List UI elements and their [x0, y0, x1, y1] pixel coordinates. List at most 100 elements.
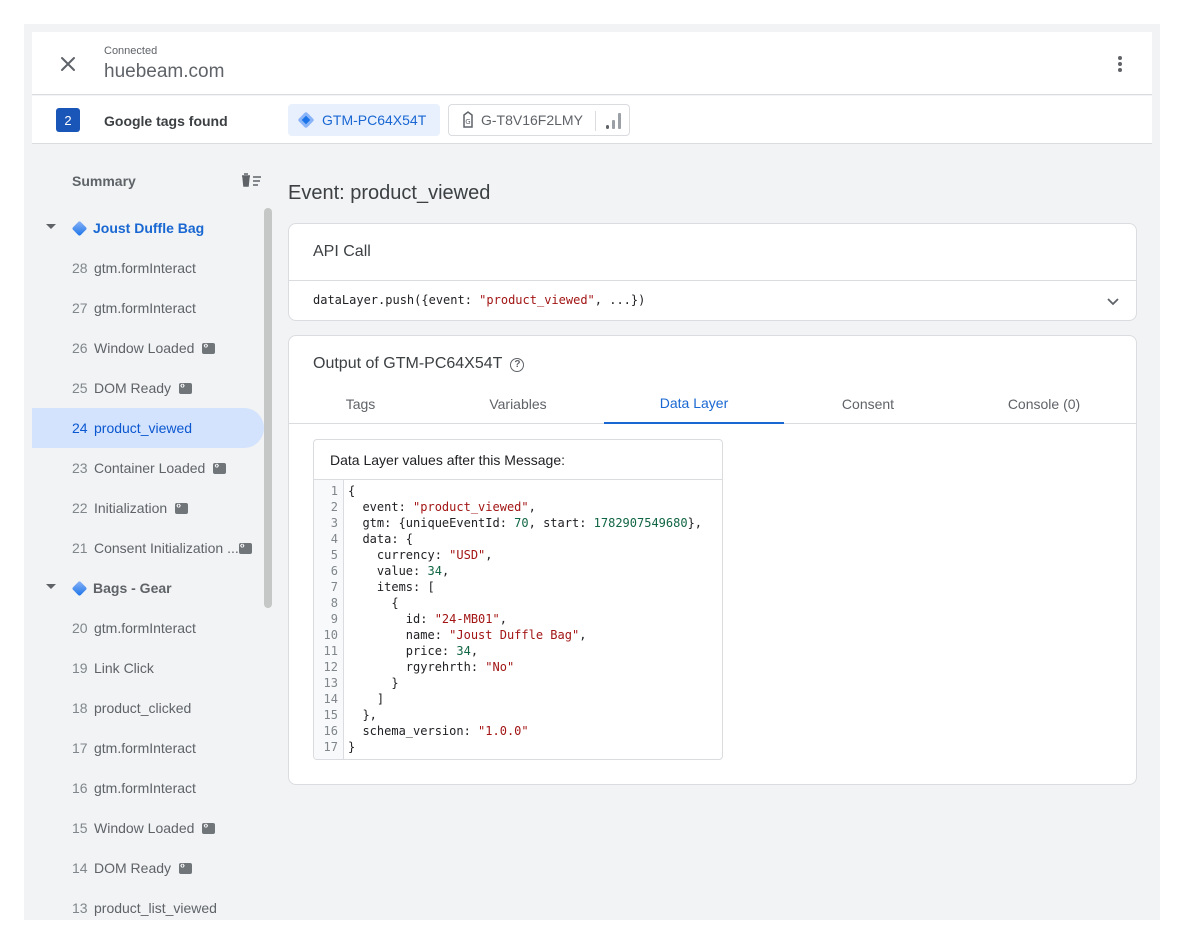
line-number: 6: [330, 564, 338, 578]
line-number: 14: [323, 692, 338, 706]
chip-separator: [595, 111, 596, 131]
gtm-event-icon: [238, 540, 252, 554]
tab-tags[interactable]: Tags: [289, 384, 432, 424]
sidebar-scrollbar[interactable]: [264, 208, 272, 608]
tag-chip-ga[interactable]: G G-T8V16F2LMY: [448, 104, 630, 136]
tab-data-layer[interactable]: Data Layer: [604, 384, 784, 424]
event-number: 27: [72, 300, 88, 316]
event-name: Initialization: [94, 500, 189, 516]
event-row[interactable]: 26 Window Loaded: [32, 328, 264, 368]
code-line: }: [348, 740, 356, 754]
event-number: 26: [72, 340, 88, 356]
code-line: name: "Joust Duffle Bag",: [348, 628, 587, 642]
tag-chip-gtm[interactable]: GTM-PC64X54T: [288, 104, 440, 136]
help-icon[interactable]: ?: [510, 358, 525, 372]
event-row[interactable]: 18 product_clicked: [32, 688, 264, 728]
code-line: }: [348, 676, 399, 690]
gtm-event-icon: [202, 820, 216, 834]
event-row[interactable]: 22 Initialization: [32, 488, 264, 528]
event-number: 20: [72, 620, 88, 636]
event-row[interactable]: 13 product_list_viewed: [32, 888, 264, 920]
page-group-bags-gear[interactable]: Bags - Gear: [32, 568, 264, 608]
api-call-title: API Call: [313, 243, 371, 260]
page-title: Bags - Gear: [93, 580, 172, 596]
event-name-text: gtm.formInteract: [94, 300, 196, 316]
event-name-text: gtm.formInteract: [94, 780, 196, 796]
event-row-selected[interactable]: 24 product_viewed: [32, 408, 264, 448]
event-row[interactable]: 15 Window Loaded: [32, 808, 264, 848]
line-number: 11: [323, 644, 338, 658]
summary-row[interactable]: Summary: [32, 160, 272, 200]
code-string: "product_viewed": [479, 293, 595, 307]
line-number: 3: [330, 516, 338, 530]
tag-assistant-window: Connected huebeam.com 2 Google tags foun…: [32, 32, 1152, 920]
event-name: Consent Initialization ...: [94, 540, 252, 556]
line-number: 17: [323, 740, 338, 754]
divider: [289, 280, 1136, 281]
line-number: 16: [323, 724, 338, 738]
event-sidebar: Summary Joust Duffle Bag 28 gtm.formInter…: [32, 144, 272, 920]
event-number: 15: [72, 820, 88, 836]
summary-label: Summary: [72, 173, 136, 189]
api-call-code: dataLayer.push({event: "product_viewed",…: [313, 293, 645, 307]
page-group-joust-duffle-bag[interactable]: Joust Duffle Bag: [32, 208, 264, 248]
output-title-text: Output of GTM-PC64X54T: [313, 355, 503, 372]
event-name-text: Container Loaded: [94, 460, 206, 476]
event-name-text: gtm.formInteract: [94, 260, 196, 276]
event-row[interactable]: 27 gtm.formInteract: [32, 288, 264, 328]
event-row[interactable]: 20 gtm.formInteract: [32, 608, 264, 648]
tags-found-label: Google tags found: [104, 113, 228, 129]
line-number: 10: [323, 628, 338, 642]
code-line: {: [348, 596, 399, 610]
event-row[interactable]: 21 Consent Initialization ...: [32, 528, 264, 568]
event-name-text: Window Loaded: [94, 340, 195, 356]
event-name: Container Loaded: [94, 460, 227, 476]
code-line: items: [: [348, 580, 435, 594]
tab-variables[interactable]: Variables: [432, 384, 604, 424]
event-row[interactable]: 16 gtm.formInteract: [32, 768, 264, 808]
gtm-event-icon: [175, 500, 189, 514]
event-row[interactable]: 25 DOM Ready: [32, 368, 264, 408]
event-title: Event: product_viewed: [288, 182, 491, 204]
event-name-text: DOM Ready: [94, 380, 172, 396]
datalayer-heading: Data Layer values after this Message:: [330, 452, 566, 468]
datalayer-viewer: Data Layer values after this Message: 12…: [313, 439, 723, 760]
event-name: gtm.formInteract: [94, 620, 196, 636]
code-line: currency: "USD",: [348, 548, 493, 562]
event-name: DOM Ready: [94, 380, 193, 396]
gtm-event-icon: [179, 380, 193, 394]
tab-consent[interactable]: Consent: [784, 384, 952, 424]
event-name-text: product_clicked: [94, 700, 192, 716]
line-number: 9: [330, 612, 338, 626]
close-icon[interactable]: [56, 52, 80, 76]
expand-caret-icon[interactable]: [46, 224, 56, 229]
event-number: 17: [72, 740, 88, 756]
datalayer-header: Data Layer values after this Message:: [314, 440, 722, 480]
code-line: event: "product_viewed",: [348, 500, 536, 514]
code-line: id: "24-MB01",: [348, 612, 507, 626]
event-number: 21: [72, 540, 88, 556]
output-title: Output of GTM-PC64X54T?: [313, 355, 525, 373]
event-number: 22: [72, 500, 88, 516]
event-number: 18: [72, 700, 88, 716]
event-row[interactable]: 14 DOM Ready: [32, 848, 264, 888]
tab-console[interactable]: Console (0): [952, 384, 1136, 424]
event-row[interactable]: 19 Link Click: [32, 648, 264, 688]
chevron-down-icon[interactable]: [1103, 292, 1123, 312]
event-name-text: product_list_viewed: [94, 900, 217, 916]
event-name: product_viewed: [94, 420, 192, 436]
code-line: value: 34,: [348, 564, 450, 578]
event-row[interactable]: 23 Container Loaded: [32, 448, 264, 488]
event-name: product_clicked: [94, 700, 191, 716]
line-number-gutter: 1 2 3 4 5 6 7 8 9 10 11 12 13 14 15 16 17: [314, 480, 344, 759]
expand-caret-icon[interactable]: [46, 584, 56, 589]
event-row[interactable]: 28 gtm.formInteract: [32, 248, 264, 288]
clear-messages-icon[interactable]: [240, 170, 264, 194]
gtm-event-icon: [202, 340, 216, 354]
more-vert-icon[interactable]: [1108, 52, 1132, 76]
event-row[interactable]: 17 gtm.formInteract: [32, 728, 264, 768]
line-number: 12: [323, 660, 338, 674]
svg-text:G: G: [465, 118, 470, 126]
output-card: Output of GTM-PC64X54T? Tags Variables D…: [288, 335, 1137, 785]
code-line: schema_version: "1.0.0": [348, 724, 529, 738]
